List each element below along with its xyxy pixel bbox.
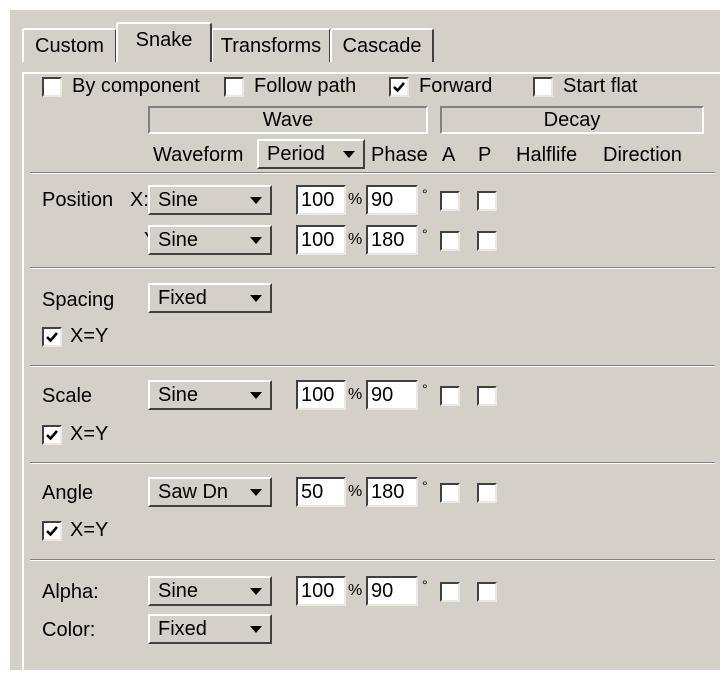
tab-custom[interactable]: Custom <box>22 28 117 62</box>
snake-panel <box>22 72 720 677</box>
tab-snake[interactable]: Snake <box>116 22 212 62</box>
tab-transforms[interactable]: Transforms <box>211 28 331 62</box>
dialog-frame: Custom Snake Transforms Cascade <box>10 10 720 677</box>
tab-cascade[interactable]: Cascade <box>330 28 434 62</box>
